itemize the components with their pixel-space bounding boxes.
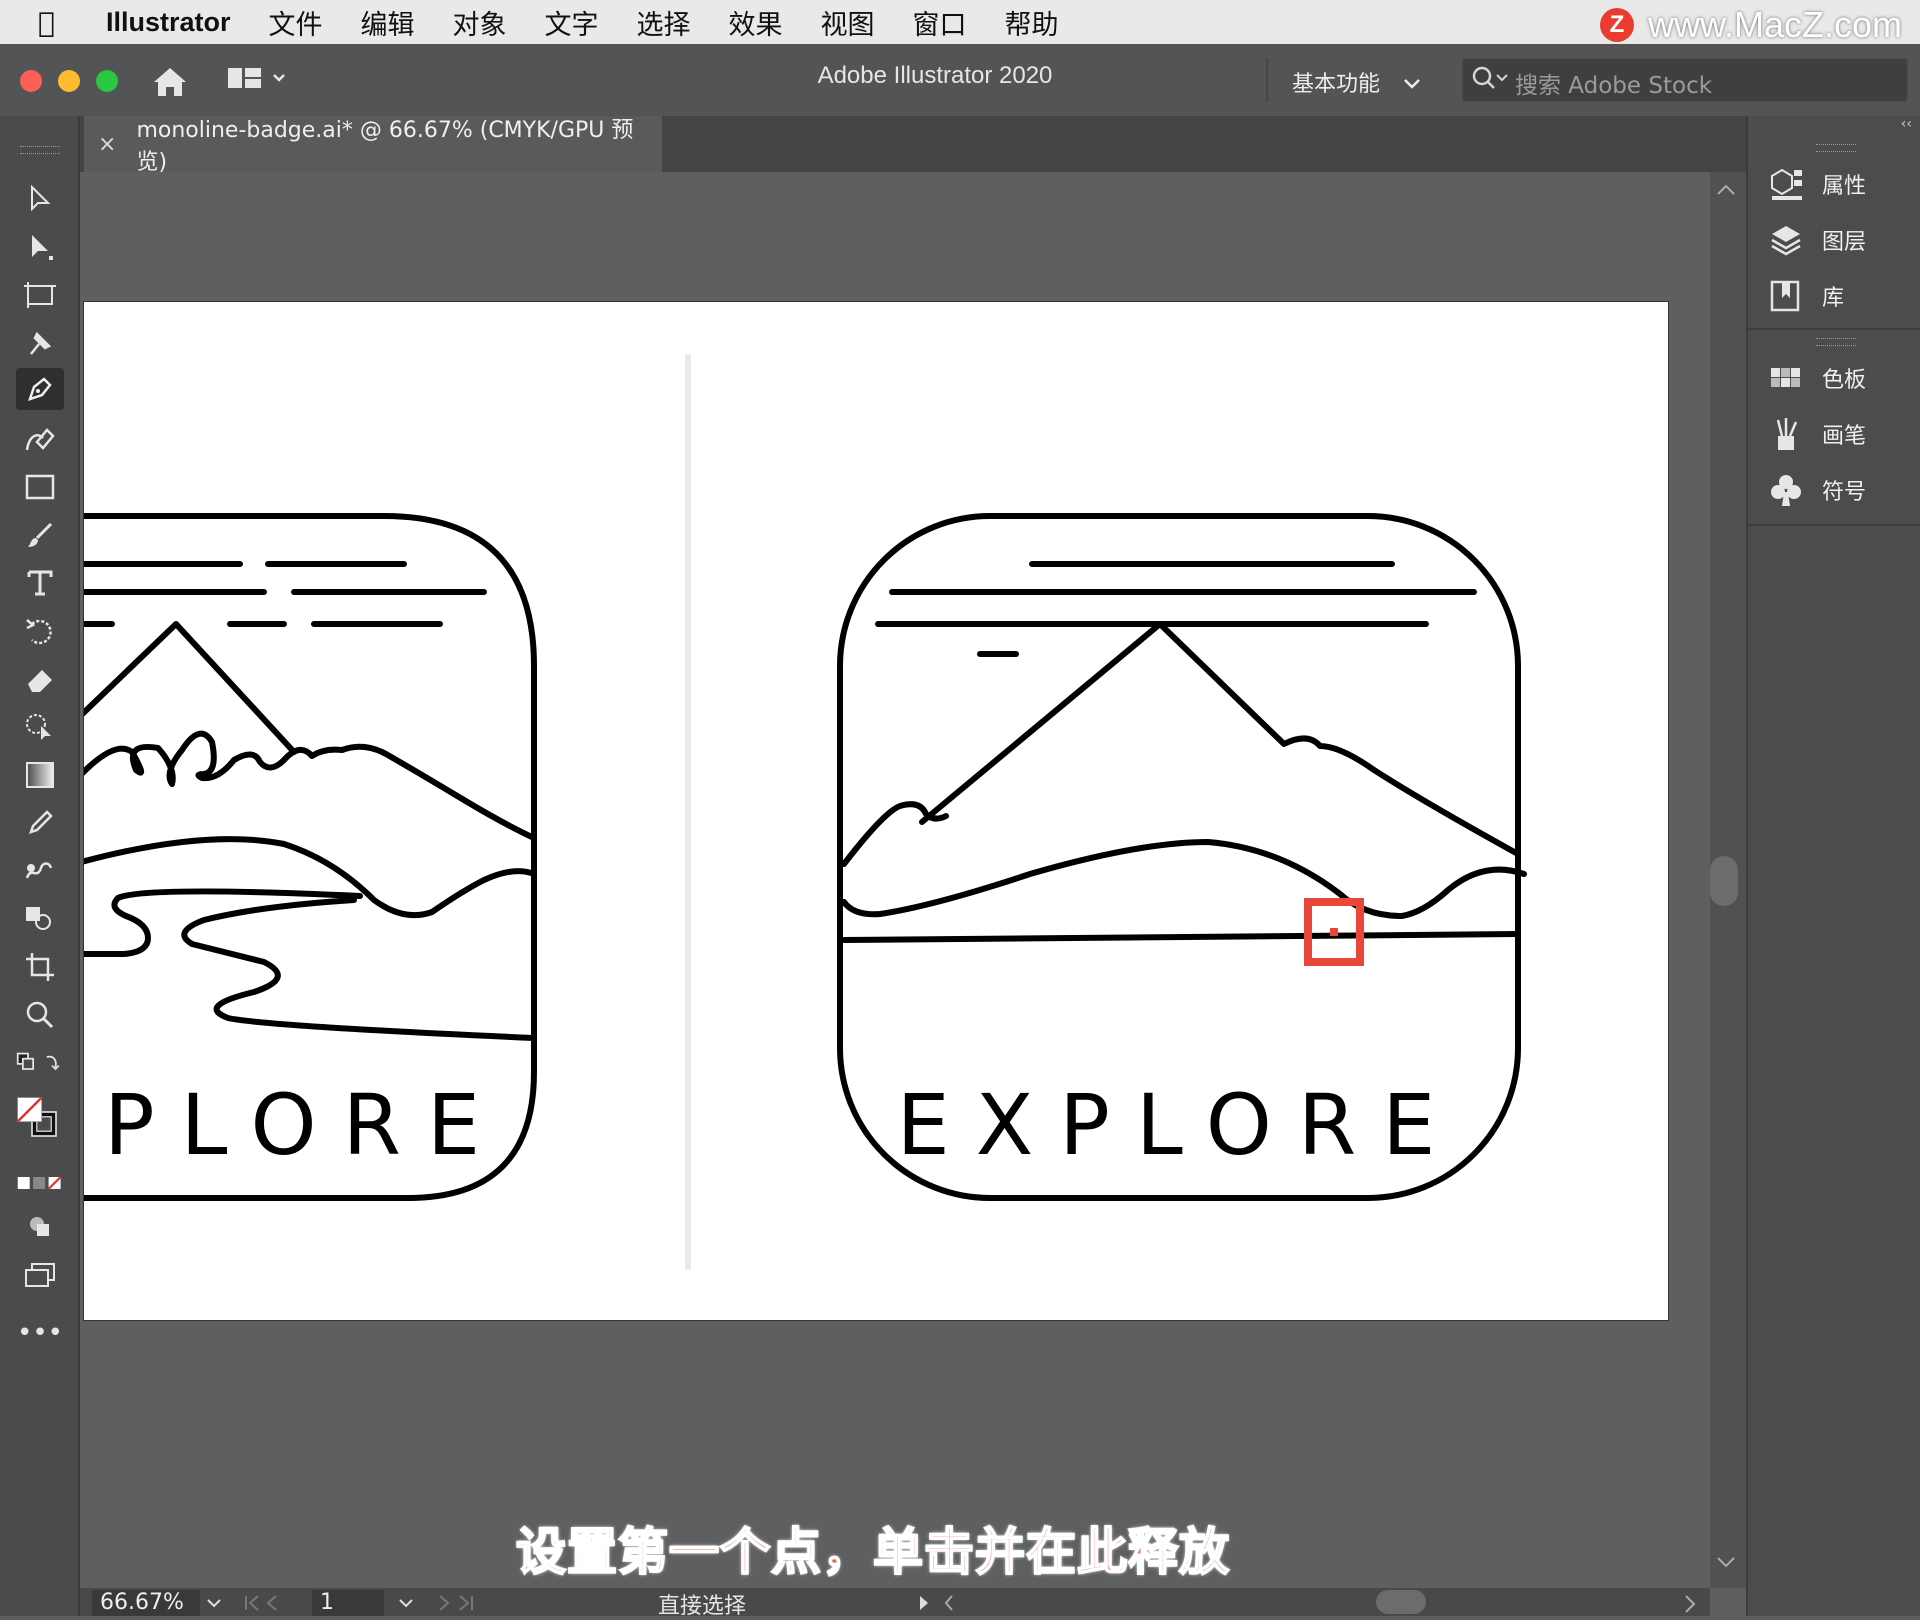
next-last-artboard-icons[interactable] xyxy=(436,1594,496,1614)
curvature-tool-icon[interactable] xyxy=(16,418,64,460)
panel-libraries-label: 库 xyxy=(1822,286,1845,311)
color-mode-icons[interactable] xyxy=(16,1162,64,1204)
right-badge-text: EXPLORE xyxy=(897,1076,1462,1174)
document-tab-label: monoline-badge.ai* @ 66.67% (CMYK/GPU 预览… xyxy=(136,118,634,175)
right-badge-artwork[interactable]: EXPLORE xyxy=(837,513,1527,1201)
panel-symbols-label: 符号 xyxy=(1822,480,1867,505)
vertical-scrollbar[interactable] xyxy=(1710,172,1746,1588)
menu-effect[interactable]: 效果 xyxy=(729,3,783,42)
direct-selection-tool-icon[interactable] xyxy=(16,226,64,268)
menu-view[interactable]: 视图 xyxy=(821,3,875,42)
artwork-canvas[interactable]: PLORE EXPLORE xyxy=(84,302,1668,1320)
close-tab-icon[interactable]: × xyxy=(98,132,116,157)
right-panel-dock: ‹‹ 属性 图层 库 色板 画笔 符号 xyxy=(1746,116,1920,1616)
search-icon xyxy=(1472,66,1508,89)
apple-icon[interactable]:  xyxy=(38,6,88,39)
workspace-label: 基本功能 xyxy=(1292,72,1381,97)
properties-icon xyxy=(1768,166,1804,202)
panel-properties[interactable]: 属性 xyxy=(1768,166,1866,202)
first-previous-artboard-icons[interactable] xyxy=(242,1594,302,1614)
artboard-tool-icon[interactable] xyxy=(16,274,64,316)
panel-divider xyxy=(1748,328,1920,330)
menu-type[interactable]: 文字 xyxy=(545,3,599,42)
anchor-point-marker xyxy=(1330,928,1338,936)
edit-toolbar-more-icon[interactable]: ••• xyxy=(16,1312,64,1354)
zoom-level-field[interactable]: 66.67% xyxy=(92,1590,200,1616)
status-bar: 66.67% 1 直接选择 xyxy=(80,1588,1710,1619)
zoom-dropdown-chevron-icon[interactable] xyxy=(204,1594,224,1614)
left-badge-text: PLORE xyxy=(104,1076,506,1174)
eraser-tool-icon[interactable] xyxy=(16,658,64,700)
menu-edit[interactable]: 编辑 xyxy=(361,3,415,42)
slice-tool-icon[interactable] xyxy=(16,946,64,988)
panel-grip[interactable] xyxy=(20,146,60,154)
panel-layers[interactable]: 图层 xyxy=(1768,222,1866,258)
document-tab[interactable]: × monoline-badge.ai* @ 66.67% (CMYK/GPU … xyxy=(84,116,662,175)
drawing-mode-icon[interactable] xyxy=(16,1206,64,1248)
artboard[interactable]: PLORE EXPLORE xyxy=(84,302,1668,1320)
selection-tool-icon[interactable] xyxy=(16,178,64,220)
watermark: Z www.MacZ.com xyxy=(1599,4,1902,46)
fill-stroke-swatches[interactable] xyxy=(16,1090,64,1150)
eyedropper-tool-icon[interactable] xyxy=(16,802,64,844)
panel-swatches[interactable]: 色板 xyxy=(1768,360,1866,396)
artboard-number-field[interactable]: 1 xyxy=(312,1590,384,1616)
menubar:  Illustrator 文件 编辑 对象 文字 选择 效果 视图 窗口 帮助… xyxy=(0,0,1920,46)
menu-file[interactable]: 文件 xyxy=(269,3,323,42)
chevron-down-icon xyxy=(1404,79,1420,89)
swap-fill-stroke-icon[interactable] xyxy=(16,1042,64,1084)
divider xyxy=(1266,58,1268,102)
club-symbols-icon xyxy=(1768,472,1804,508)
rotate-tool-icon[interactable] xyxy=(16,610,64,652)
gradient-tool-icon[interactable] xyxy=(16,754,64,796)
horizontal-scroll-thumb[interactable] xyxy=(1376,1590,1426,1614)
tutorial-subtitle: 设置第一个点，单击并在此释放 xyxy=(515,1522,1230,1582)
symbol-sprayer-tool-icon[interactable] xyxy=(16,898,64,940)
watermark-text: www.MacZ.com xyxy=(1647,4,1902,45)
search-adobe-stock-input[interactable]: 搜索 Adobe Stock xyxy=(1462,58,1908,102)
zoom-tool-icon[interactable] xyxy=(16,994,64,1036)
panel-divider xyxy=(1748,524,1920,526)
artboard-dropdown-chevron-icon[interactable] xyxy=(396,1594,416,1614)
panel-grip[interactable] xyxy=(1816,338,1856,346)
current-tool-name: 直接选择 xyxy=(658,1594,747,1619)
application-bar: Adobe Illustrator 2020 基本功能 搜索 Adobe Sto… xyxy=(0,44,1920,118)
scroll-thumb[interactable] xyxy=(1710,856,1738,906)
screen-mode-icon[interactable] xyxy=(16,1254,64,1296)
type-tool-icon[interactable] xyxy=(16,562,64,604)
menu-window[interactable]: 窗口 xyxy=(913,3,967,42)
layers-icon xyxy=(1768,222,1804,258)
libraries-icon xyxy=(1768,278,1804,314)
scroll-right-icon[interactable] xyxy=(1680,1594,1700,1614)
rectangle-tool-icon[interactable] xyxy=(16,466,64,508)
scroll-up-icon[interactable] xyxy=(1712,180,1740,200)
menu-app-name[interactable]: Illustrator xyxy=(106,7,231,38)
status-menu-arrow-icons[interactable] xyxy=(916,1594,976,1614)
menu-select[interactable]: 选择 xyxy=(637,3,691,42)
panel-properties-label: 属性 xyxy=(1822,174,1867,199)
panel-layers-label: 图层 xyxy=(1822,230,1867,255)
panel-grip[interactable] xyxy=(1816,144,1856,152)
puppet-warp-tool-icon[interactable] xyxy=(16,322,64,364)
panel-brushes-label: 画笔 xyxy=(1822,424,1867,449)
paintbrush-tool-icon[interactable] xyxy=(16,514,64,556)
watermark-logo-icon: Z xyxy=(1599,8,1634,42)
workspace-switcher[interactable]: 基本功能 xyxy=(1292,66,1423,98)
blend-tool-icon[interactable] xyxy=(16,850,64,892)
menu-object[interactable]: 对象 xyxy=(453,3,507,42)
collapse-panel-icon[interactable]: ‹‹ xyxy=(1901,116,1912,132)
pen-tool-icon[interactable] xyxy=(16,368,64,410)
panel-libraries[interactable]: 库 xyxy=(1768,278,1844,314)
menu-help[interactable]: 帮助 xyxy=(1005,3,1059,42)
document-tab-bar: ›› × monoline-badge.ai* @ 66.67% (CMYK/G… xyxy=(0,116,1920,175)
swatches-icon xyxy=(1768,360,1804,396)
panel-brushes[interactable]: 画笔 xyxy=(1768,416,1866,452)
tools-panel: ••• xyxy=(0,116,80,1616)
panel-symbols[interactable]: 符号 xyxy=(1768,472,1866,508)
brushes-icon xyxy=(1768,416,1804,452)
shape-builder-tool-icon[interactable] xyxy=(16,706,64,748)
search-placeholder: 搜索 Adobe Stock xyxy=(1515,73,1713,99)
panel-swatches-label: 色板 xyxy=(1822,368,1867,393)
left-badge-artwork[interactable]: PLORE xyxy=(84,513,537,1201)
